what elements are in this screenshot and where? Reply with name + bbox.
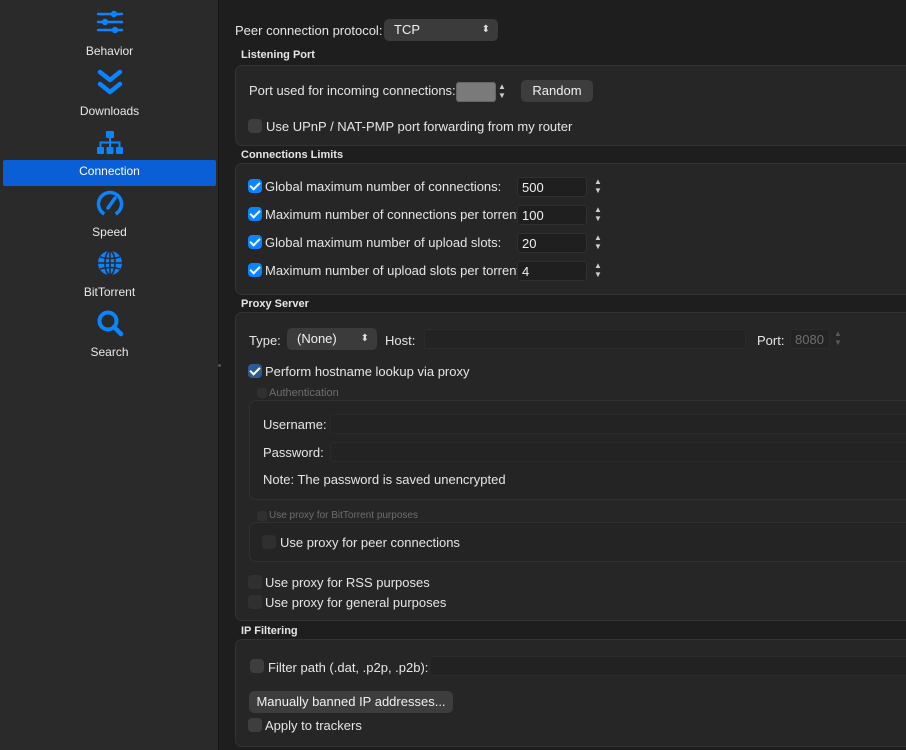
bittorrent-proxy-checkbox[interactable] [257,511,267,521]
rss-proxy-label: Use proxy for RSS purposes [265,575,430,590]
filter-path-field[interactable] [429,656,906,676]
limit-value-field[interactable]: 100 [517,205,587,225]
filter-path-label: Filter path (.dat, .p2p, .p2b): [268,660,429,675]
sidebar-item-label: Search [90,345,129,359]
port-stepper[interactable]: ▲ ▼ [496,82,508,102]
upnp-label: Use UPnP / NAT-PMP port forwarding from … [266,119,573,134]
limit-value-field[interactable]: 500 [517,177,587,197]
chevron-updown-icon: ⬍ [360,333,369,344]
proxy-host-field[interactable] [424,329,746,349]
hostname-lookup-checkbox[interactable] [248,364,262,378]
connection-limits-title: Connections Limits [241,149,344,161]
protocol-value: TCP [394,22,420,37]
proxy-server-title: Proxy Server [241,298,309,310]
connection-panel: Peer connection protocol: TCP ⬍ Listenin… [222,0,906,750]
listening-port-box: Port used for incoming connections: ▲ ▼ R… [235,65,906,146]
protocol-label: Peer connection protocol: [235,23,383,38]
password-note: Note: The password is saved unencrypted [263,472,506,487]
limit-label: Maximum number of connections per torren… [265,207,524,222]
ip-filtering-title: IP Filtering [241,625,298,637]
upnp-checkbox[interactable] [248,119,262,133]
port-input[interactable] [456,82,496,102]
sliders-icon [96,10,124,34]
general-proxy-label: Use proxy for general purposes [265,595,447,610]
apply-trackers-checkbox[interactable] [248,718,262,732]
proxy-port-stepper[interactable]: ▲ ▼ [832,329,844,349]
proxy-host-label: Host: [385,333,416,348]
listening-port-title: Listening Port [241,49,315,61]
limit-value-field[interactable]: 4 [517,261,587,281]
connection-limits-box: Global maximum number of connections: 50… [235,163,906,295]
password-label: Password: [263,445,324,460]
limit-value-field[interactable]: 20 [517,233,587,253]
proxy-port-label: Port: [757,333,785,348]
limit-label: Maximum number of upload slots per torre… [265,263,524,278]
apply-trackers-label: Apply to trackers [265,718,362,733]
authentication-box: Username: Password: Note: The password i… [249,400,906,500]
peer-connections-checkbox[interactable] [262,535,276,549]
sidebar-item-search[interactable]: Search [3,309,216,365]
limit-upload-slots-per-torrent-checkbox[interactable] [248,263,262,277]
protocol-select[interactable]: TCP ⬍ [384,19,498,41]
bittorrent-proxy-box: Use proxy for peer connections [249,522,906,562]
sidebar-item-label: BitTorrent [83,285,136,299]
username-field[interactable] [330,414,906,434]
proxy-server-box: Type: (None) ⬍ Host: Port: 8080 ▲ ▼ Perfo… [235,312,906,621]
sidebar-item-bittorrent[interactable]: BitTorrent [3,249,216,305]
ip-filtering-box: Filter path (.dat, .p2p, .p2b): Manually… [235,639,906,747]
password-field[interactable] [330,442,906,462]
filter-path-checkbox[interactable] [250,659,264,673]
split-handle[interactable] [218,364,221,367]
bittorrent-proxy-title: Use proxy for BitTorrent purposes [269,510,418,521]
sidebar-item-speed[interactable]: Speed [3,189,216,245]
rss-proxy-checkbox[interactable] [248,575,262,589]
network-icon [97,131,123,154]
magnifier-icon [97,310,124,337]
sidebar-item-label: Behavior [85,44,134,58]
sidebar: Behavior Downloads Connection Speed BitT… [0,0,219,750]
proxy-type-value: (None) [297,331,337,346]
authentication-title: Authentication [269,387,339,399]
limit-label: Global maximum number of connections: [265,179,502,194]
limit-stepper[interactable]: ▲ ▼ [592,233,604,253]
limit-label: Global maximum number of upload slots: [265,235,502,250]
limit-global-connections-checkbox[interactable] [248,179,262,193]
sidebar-item-behavior[interactable]: Behavior [3,8,216,64]
sidebar-item-label: Speed [92,225,127,239]
proxy-type-select[interactable]: (None) ⬍ [287,328,377,350]
limit-stepper[interactable]: ▲ ▼ [592,177,604,197]
proxy-port-field[interactable]: 8080 [790,329,830,349]
sidebar-item-label: Downloads [79,104,140,118]
sidebar-item-label: Connection [79,164,140,178]
banned-ips-button[interactable]: Manually banned IP addresses... [249,691,453,713]
double-chevron-down-icon [97,69,123,95]
limit-connections-per-torrent-checkbox[interactable] [248,207,262,221]
username-label: Username: [263,417,327,432]
hostname-lookup-label: Perform hostname lookup via proxy [265,364,470,379]
limit-global-upload-slots-checkbox[interactable] [248,235,262,249]
sidebar-item-downloads[interactable]: Downloads [3,68,216,124]
random-button[interactable]: Random [521,80,593,102]
general-proxy-checkbox[interactable] [248,595,262,609]
globe-icon [98,250,122,276]
speedometer-icon [96,190,124,218]
peer-connections-label: Use proxy for peer connections [280,535,460,550]
limit-stepper[interactable]: ▲ ▼ [592,205,604,225]
sidebar-item-connection[interactable]: Connection [3,128,216,186]
limit-stepper[interactable]: ▲ ▼ [592,261,604,281]
proxy-type-label: Type: [249,333,281,348]
chevron-updown-icon: ⬍ [481,24,490,35]
port-label: Port used for incoming connections: [249,83,456,98]
authentication-checkbox[interactable] [257,388,267,398]
